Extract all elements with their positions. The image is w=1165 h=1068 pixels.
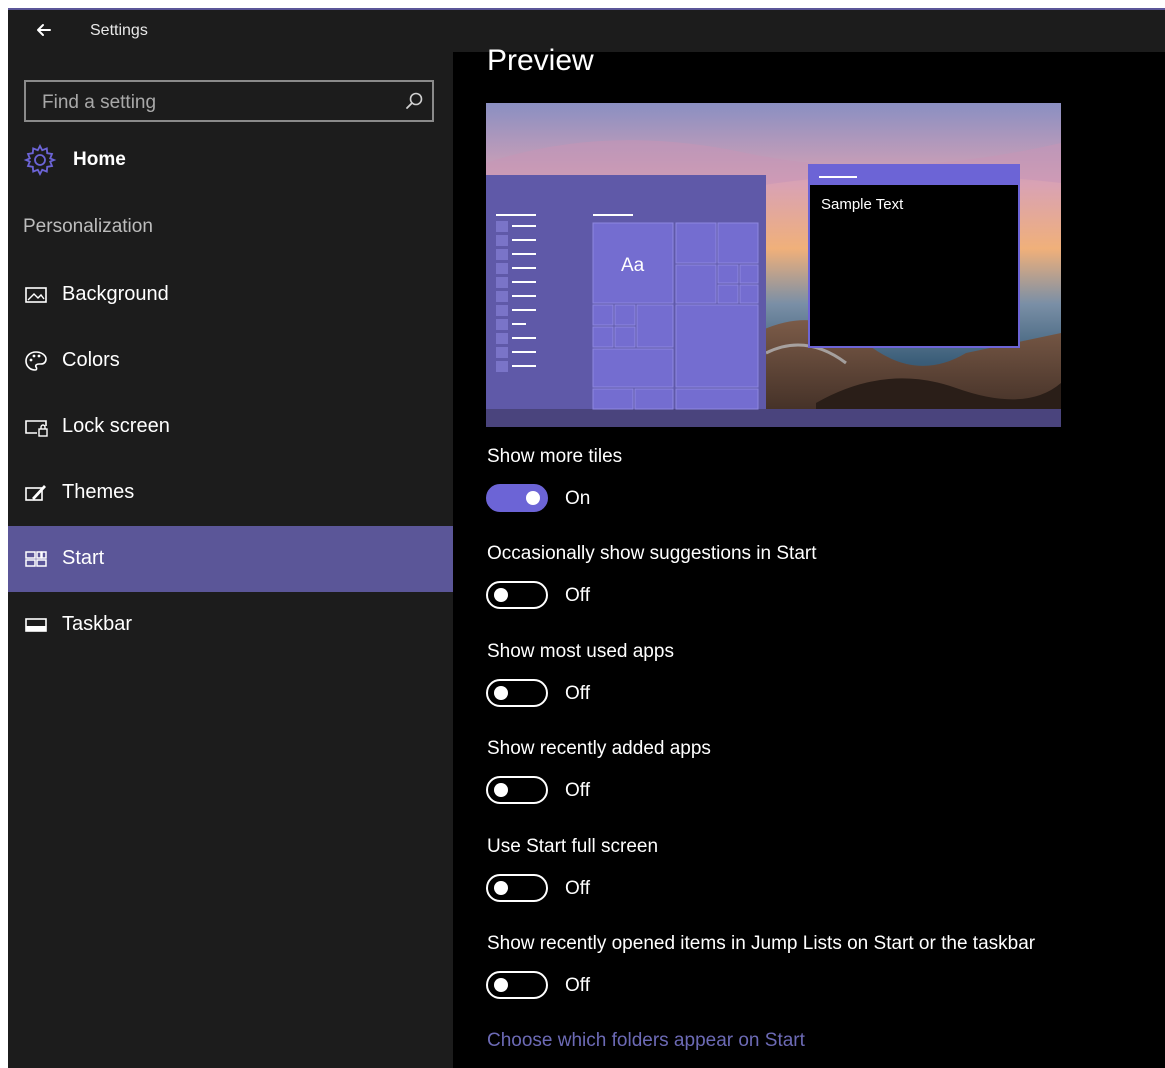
preview-tile-text: Aa [621, 255, 645, 276]
toggle-knob [494, 978, 508, 992]
setting-label: Show recently added apps [487, 738, 711, 759]
search-input[interactable]: Find a setting [24, 80, 434, 122]
sidebar-item-label: Start [62, 547, 105, 569]
toggle-state: Off [565, 683, 590, 704]
search-icon[interactable] [404, 91, 424, 111]
palette-icon [25, 351, 47, 371]
start-icon [25, 551, 47, 567]
toggle-state: Off [565, 878, 590, 899]
toggle-knob [526, 491, 540, 505]
taskbar-icon [25, 618, 47, 632]
start-full-screen-toggle[interactable] [486, 874, 548, 902]
themes-icon [25, 485, 46, 501]
back-button[interactable] [30, 18, 58, 42]
lock-screen-icon [25, 420, 48, 437]
sidebar-item-lock-screen[interactable]: Lock screen [8, 394, 453, 460]
home-link[interactable]: Home [22, 142, 442, 178]
window-title: Settings [90, 22, 148, 39]
toggle-state: On [565, 488, 591, 509]
window-left-edge [0, 0, 8, 1068]
setting-label: Show most used apps [487, 641, 674, 662]
sidebar-item-label: Taskbar [62, 613, 133, 635]
sidebar-item-start[interactable]: Start [8, 526, 453, 592]
toggle-knob [494, 588, 508, 602]
sidebar-item-themes[interactable]: Themes [8, 460, 453, 526]
show-more-tiles-toggle[interactable] [486, 484, 548, 512]
sidebar-item-label: Themes [62, 481, 135, 503]
toggle-knob [494, 881, 508, 895]
recently-added-apps-toggle[interactable] [486, 776, 548, 804]
gear-icon [23, 144, 57, 176]
jump-lists-toggle[interactable] [486, 971, 548, 999]
sidebar-item-taskbar[interactable]: Taskbar [8, 592, 453, 658]
sidebar-item-label: Colors [62, 349, 120, 371]
image-icon [25, 287, 47, 303]
choose-folders-link[interactable]: Choose which folders appear on Start [487, 1030, 805, 1052]
preview-heading: Preview [487, 44, 594, 77]
back-arrow-icon [37, 24, 51, 36]
start-preview: Aa Sample Text [486, 103, 1061, 427]
setting-label: Show more tiles [487, 446, 623, 467]
toggle-state: Off [565, 975, 590, 996]
toggle-knob [494, 686, 508, 700]
sidebar-item-background[interactable]: Background [8, 262, 453, 328]
setting-label: Occasionally show suggestions in Start [487, 543, 817, 564]
window-top-edge [8, 0, 1165, 10]
suggestions-toggle[interactable] [486, 581, 548, 609]
toggle-state: Off [565, 585, 590, 606]
main-content: Preview Aa Sample Text Show more tiles O… [453, 44, 1165, 1068]
preview-sample-text: Sample Text [821, 196, 904, 213]
sidebar-item-label: Lock screen [62, 415, 170, 437]
most-used-apps-toggle[interactable] [486, 679, 548, 707]
sidebar: Find a setting Home Personalization Back… [8, 52, 453, 1068]
sidebar-item-colors[interactable]: Colors [8, 328, 453, 394]
section-heading: Personalization [23, 216, 153, 237]
setting-label: Show recently opened items in Jump Lists… [487, 933, 1036, 954]
preview-image [486, 103, 1061, 427]
sidebar-item-label: Background [62, 283, 169, 305]
toggle-state: Off [565, 780, 590, 801]
search-placeholder: Find a setting [42, 92, 157, 113]
setting-label: Use Start full screen [487, 836, 659, 857]
toggle-knob [494, 783, 508, 797]
home-label: Home [73, 149, 126, 170]
